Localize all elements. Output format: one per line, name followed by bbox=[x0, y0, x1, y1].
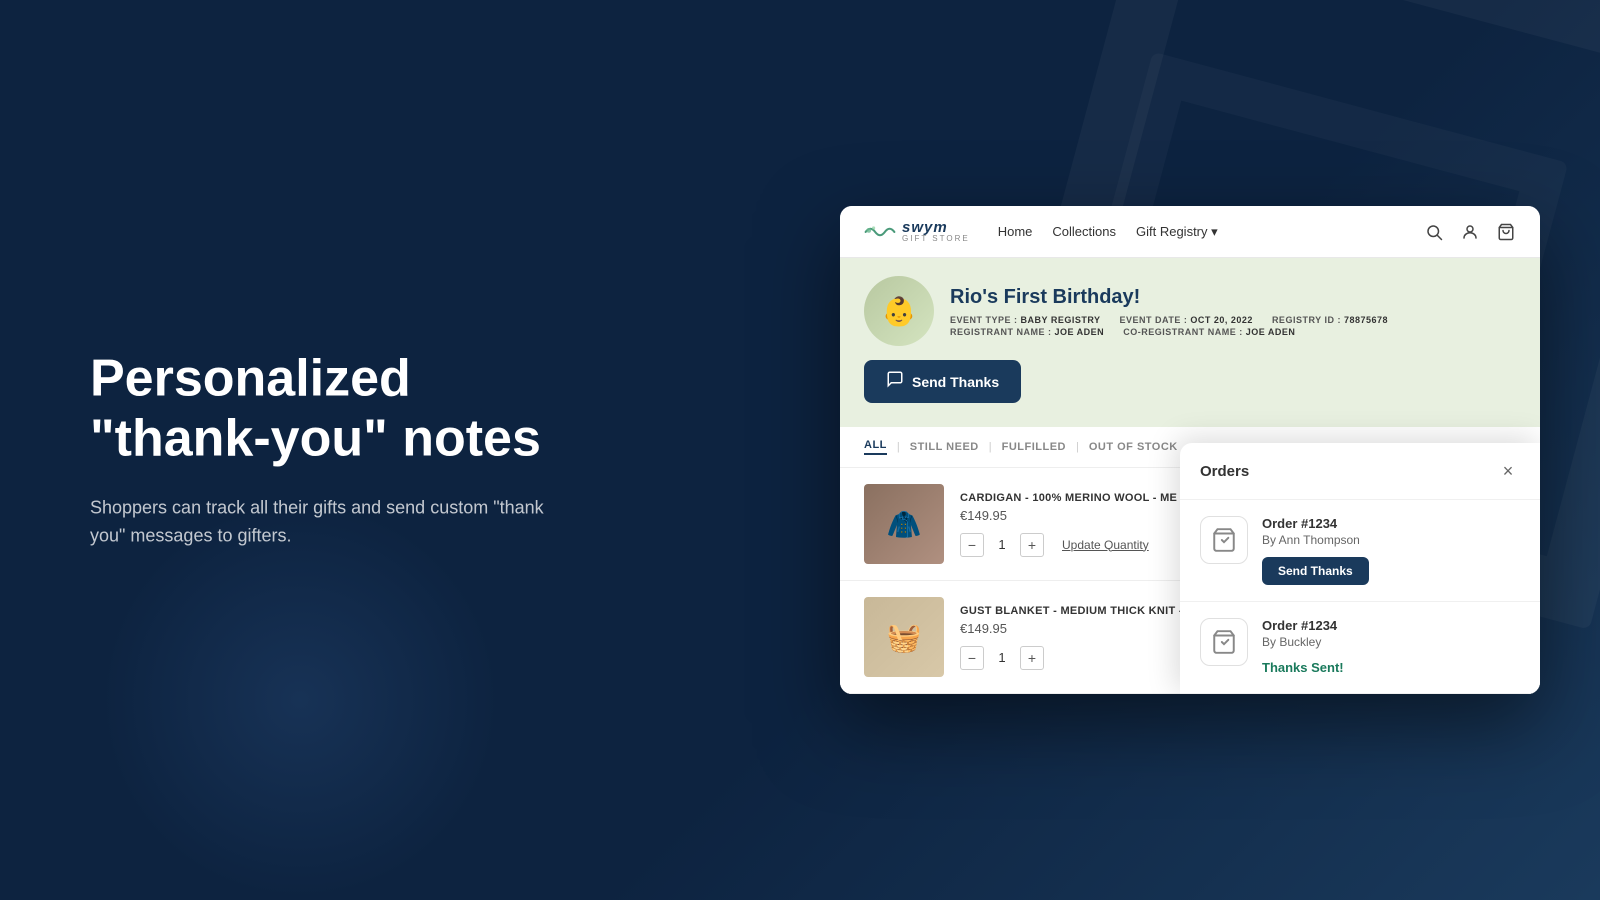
navbar: swym Gift Store Home Collections Gift Re… bbox=[840, 206, 1540, 258]
sub-text: Shoppers can track all their gifts and s… bbox=[90, 493, 570, 551]
meta-key-co-registrant: CO-REGISTRANT NAME : bbox=[1123, 327, 1246, 337]
product-price: €149.95 bbox=[960, 621, 1516, 636]
nav-collections[interactable]: Collections bbox=[1052, 224, 1116, 239]
logo-sub: Gift Store bbox=[902, 235, 970, 243]
search-icon[interactable] bbox=[1424, 222, 1444, 242]
avatar: 👶 bbox=[864, 276, 934, 346]
product-info: CARDIGAN - 100% MERINO WOOL - ME €149.95… bbox=[960, 492, 1516, 557]
meta-key-event-date: EVENT DATE : bbox=[1120, 315, 1191, 325]
meta-val-event-type: BABY REGISTRY bbox=[1021, 315, 1101, 325]
filter-out-of-stock[interactable]: OUT OF STOCK bbox=[1089, 441, 1178, 453]
meta-val-event-date: OCT 20, 2022 bbox=[1190, 315, 1253, 325]
registry-info-row: 👶 Rio's First Birthday! EVENT TYPE : BAB… bbox=[864, 276, 1516, 346]
account-icon[interactable] bbox=[1460, 222, 1480, 242]
main-heading: Personalized "thank-you" notes bbox=[90, 349, 570, 469]
product-price: €149.95 bbox=[960, 508, 1516, 523]
qty-control: − 1 + bbox=[960, 646, 1516, 670]
logo-brand: swym bbox=[902, 220, 970, 235]
product-image-cardigan: 🧥 bbox=[864, 484, 944, 564]
qty-decrease-btn[interactable]: − bbox=[960, 646, 984, 670]
nav-links: Home Collections Gift Registry ▾ bbox=[998, 224, 1424, 240]
meta-val-registrant: JOE ADEN bbox=[1055, 327, 1105, 337]
product-img: 🧺 bbox=[864, 597, 944, 677]
filter-fulfilled[interactable]: FULFILLED bbox=[1002, 441, 1066, 453]
registry-banner: 👶 Rio's First Birthday! EVENT TYPE : BAB… bbox=[840, 258, 1540, 427]
bg-decoration bbox=[100, 500, 500, 900]
qty-value: 1 bbox=[994, 650, 1010, 665]
product-row: 🧺 GUST BLANKET - MEDIUM THICK KNIT - OFF… bbox=[840, 581, 1540, 694]
meta-val-co-registrant: JOE ADEN bbox=[1246, 327, 1296, 337]
browser-window: swym Gift Store Home Collections Gift Re… bbox=[840, 206, 1540, 694]
registry-title: Rio's First Birthday! bbox=[950, 286, 1516, 309]
message-icon bbox=[886, 370, 904, 393]
meta-row-2: REGISTRANT NAME : JOE ADEN CO-REGISTRANT… bbox=[950, 327, 1516, 337]
send-thanks-button[interactable]: Send Thanks bbox=[864, 360, 1021, 403]
cart-icon[interactable] bbox=[1496, 222, 1516, 242]
nav-gift-registry[interactable]: Gift Registry ▾ bbox=[1136, 224, 1218, 240]
product-row: 🧥 CARDIGAN - 100% MERINO WOOL - ME €149.… bbox=[840, 468, 1540, 581]
avatar-image: 👶 bbox=[864, 276, 934, 346]
filter-sep-1: | bbox=[897, 441, 900, 453]
send-thanks-label: Send Thanks bbox=[912, 374, 999, 390]
filter-still-need[interactable]: STILL NEED bbox=[910, 441, 979, 453]
logo-icon bbox=[864, 222, 896, 242]
filter-all[interactable]: ALL bbox=[864, 439, 887, 455]
qty-increase-btn[interactable]: + bbox=[1020, 533, 1044, 557]
logo-area: swym Gift Store bbox=[864, 220, 970, 243]
product-info: GUST BLANKET - MEDIUM THICK KNIT - OFF W… bbox=[960, 605, 1516, 670]
qty-decrease-btn[interactable]: − bbox=[960, 533, 984, 557]
meta-key-registry-id: REGISTRY ID : bbox=[1272, 315, 1344, 325]
qty-increase-btn[interactable]: + bbox=[1020, 646, 1044, 670]
products-area: 🧥 CARDIGAN - 100% MERINO WOOL - ME €149.… bbox=[840, 468, 1540, 694]
nav-home[interactable]: Home bbox=[998, 224, 1033, 239]
product-img: 🧥 bbox=[864, 484, 944, 564]
update-quantity-link[interactable]: Update Quantity bbox=[1062, 538, 1149, 552]
meta-val-registry-id: 78875678 bbox=[1344, 315, 1388, 325]
left-content-area: Personalized "thank-you" notes Shoppers … bbox=[90, 349, 570, 550]
meta-key-event-type: EVENT TYPE : bbox=[950, 315, 1021, 325]
registry-details: Rio's First Birthday! EVENT TYPE : BABY … bbox=[950, 286, 1516, 337]
qty-control: − 1 + Update Quantity bbox=[960, 533, 1516, 557]
filter-bar: ALL | STILL NEED | FULFILLED | OUT OF ST… bbox=[840, 427, 1540, 468]
meta-row-1: EVENT TYPE : BABY REGISTRY EVENT DATE : … bbox=[950, 315, 1516, 325]
registry-meta: EVENT TYPE : BABY REGISTRY EVENT DATE : … bbox=[950, 315, 1516, 337]
product-name: CARDIGAN - 100% MERINO WOOL - ME bbox=[960, 492, 1516, 504]
product-name: GUST BLANKET - MEDIUM THICK KNIT - OFF W… bbox=[960, 605, 1516, 617]
nav-icons bbox=[1424, 222, 1516, 242]
qty-value: 1 bbox=[994, 537, 1010, 552]
product-image-blanket: 🧺 bbox=[864, 597, 944, 677]
filter-sep-2: | bbox=[989, 441, 992, 453]
logo-text-group: swym Gift Store bbox=[902, 220, 970, 243]
meta-key-registrant: REGISTRANT NAME : bbox=[950, 327, 1055, 337]
filter-sep-3: | bbox=[1076, 441, 1079, 453]
